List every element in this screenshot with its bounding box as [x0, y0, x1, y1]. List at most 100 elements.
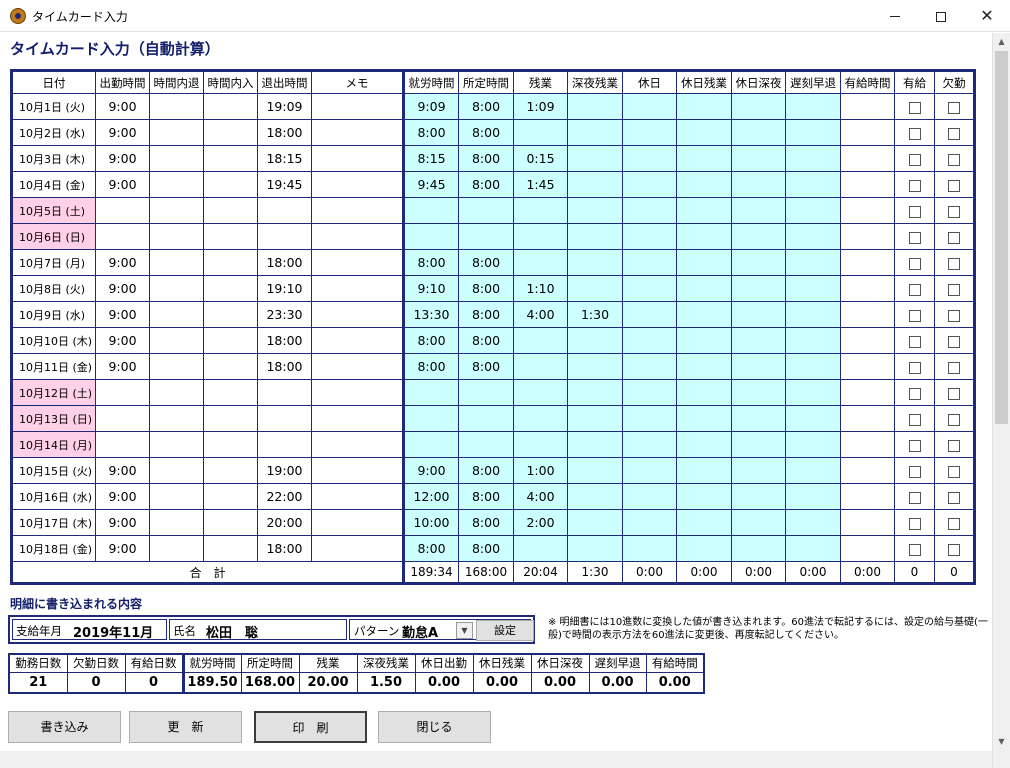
absence-checkbox[interactable] [948, 335, 960, 348]
memo-cell[interactable] [311, 223, 404, 250]
break-out-cell[interactable] [149, 145, 204, 172]
break-out-cell[interactable] [149, 509, 204, 536]
break-in-cell[interactable] [203, 223, 258, 250]
clock-in-cell[interactable]: 9:00 [95, 353, 150, 380]
break-in-cell[interactable] [203, 249, 258, 276]
clock-out-cell[interactable]: 19:00 [257, 457, 312, 484]
paid-leave-time-cell[interactable] [840, 301, 895, 328]
clock-out-cell[interactable]: 20:00 [257, 509, 312, 536]
break-out-cell[interactable] [149, 431, 204, 458]
clock-in-cell[interactable]: 9:00 [95, 327, 150, 354]
paid-leave-checkbox[interactable] [908, 153, 921, 166]
paid-leave-checkbox[interactable] [908, 465, 921, 478]
clock-out-cell[interactable] [257, 405, 312, 432]
memo-cell[interactable] [311, 301, 404, 328]
clock-out-cell[interactable]: 18:00 [257, 119, 312, 146]
memo-cell[interactable] [311, 119, 404, 146]
break-in-cell[interactable] [203, 483, 258, 510]
break-in-cell[interactable] [203, 93, 258, 120]
memo-cell[interactable] [311, 405, 404, 432]
absence-checkbox[interactable] [948, 517, 960, 530]
paid-leave-checkbox[interactable] [908, 257, 921, 270]
break-out-cell[interactable] [149, 405, 204, 432]
clock-out-cell[interactable]: 18:00 [257, 327, 312, 354]
paid-leave-checkbox[interactable] [908, 335, 921, 348]
absence-checkbox[interactable] [948, 205, 960, 218]
vertical-scrollbar[interactable]: ▲ ▼ [992, 33, 1010, 768]
break-in-cell[interactable] [203, 431, 258, 458]
paid-leave-time-cell[interactable] [840, 535, 895, 562]
paid-leave-time-cell[interactable] [840, 431, 895, 458]
clock-out-cell[interactable]: 23:30 [257, 301, 312, 328]
scroll-down-icon[interactable]: ▼ [993, 733, 1010, 750]
clock-in-cell[interactable]: 9:00 [95, 93, 150, 120]
clock-out-cell[interactable]: 19:45 [257, 171, 312, 198]
break-in-cell[interactable] [203, 327, 258, 354]
break-out-cell[interactable] [149, 379, 204, 406]
settings-button[interactable]: 設定 [476, 620, 534, 641]
clock-out-cell[interactable] [257, 379, 312, 406]
paid-leave-checkbox[interactable] [908, 205, 921, 218]
memo-cell[interactable] [311, 327, 404, 354]
memo-cell[interactable] [311, 275, 404, 302]
clock-in-cell[interactable]: 9:00 [95, 249, 150, 276]
break-in-cell[interactable] [203, 535, 258, 562]
paid-leave-time-cell[interactable] [840, 171, 895, 198]
close-button[interactable]: 閉じる [378, 711, 491, 743]
clock-out-cell[interactable] [257, 223, 312, 250]
paid-leave-time-cell[interactable] [840, 405, 895, 432]
absence-checkbox[interactable] [948, 543, 960, 556]
paid-leave-time-cell[interactable] [840, 457, 895, 484]
close-window-button[interactable]: ✕ [964, 0, 1010, 32]
absence-checkbox[interactable] [948, 231, 960, 244]
memo-cell[interactable] [311, 483, 404, 510]
clock-in-cell[interactable] [95, 431, 150, 458]
paid-leave-checkbox[interactable] [908, 309, 921, 322]
paid-leave-time-cell[interactable] [840, 379, 895, 406]
memo-cell[interactable] [311, 171, 404, 198]
absence-checkbox[interactable] [948, 127, 960, 140]
print-button[interactable]: 印 刷 [254, 711, 367, 743]
break-in-cell[interactable] [203, 171, 258, 198]
clock-in-cell[interactable]: 9:00 [95, 535, 150, 562]
write-button[interactable]: 書き込み [8, 711, 121, 743]
clock-out-cell[interactable]: 22:00 [257, 483, 312, 510]
break-out-cell[interactable] [149, 483, 204, 510]
clock-in-cell[interactable] [95, 379, 150, 406]
clock-out-cell[interactable]: 19:10 [257, 275, 312, 302]
memo-cell[interactable] [311, 93, 404, 120]
paid-leave-time-cell[interactable] [840, 249, 895, 276]
clock-out-cell[interactable]: 18:00 [257, 535, 312, 562]
clock-in-cell[interactable] [95, 405, 150, 432]
break-out-cell[interactable] [149, 119, 204, 146]
chevron-down-icon[interactable]: ▼ [456, 622, 473, 639]
clock-in-cell[interactable]: 9:00 [95, 509, 150, 536]
break-in-cell[interactable] [203, 301, 258, 328]
break-out-cell[interactable] [149, 171, 204, 198]
paid-leave-checkbox[interactable] [908, 231, 921, 244]
break-out-cell[interactable] [149, 197, 204, 224]
minimize-button[interactable] [872, 0, 918, 32]
clock-out-cell[interactable]: 19:09 [257, 93, 312, 120]
memo-cell[interactable] [311, 379, 404, 406]
paid-leave-time-cell[interactable] [840, 509, 895, 536]
break-out-cell[interactable] [149, 327, 204, 354]
break-in-cell[interactable] [203, 197, 258, 224]
break-in-cell[interactable] [203, 405, 258, 432]
paid-leave-time-cell[interactable] [840, 145, 895, 172]
paid-leave-time-cell[interactable] [840, 119, 895, 146]
absence-checkbox[interactable] [948, 413, 960, 426]
break-out-cell[interactable] [149, 275, 204, 302]
break-in-cell[interactable] [203, 145, 258, 172]
absence-checkbox[interactable] [948, 491, 960, 504]
absence-checkbox[interactable] [948, 101, 960, 114]
paid-leave-checkbox[interactable] [908, 413, 921, 426]
memo-cell[interactable] [311, 457, 404, 484]
clock-in-cell[interactable]: 9:00 [95, 119, 150, 146]
break-in-cell[interactable] [203, 509, 258, 536]
memo-cell[interactable] [311, 509, 404, 536]
pattern-select[interactable]: 勤怠A [402, 622, 438, 641]
clock-out-cell[interactable] [257, 197, 312, 224]
clock-in-cell[interactable]: 9:00 [95, 457, 150, 484]
paid-leave-time-cell[interactable] [840, 353, 895, 380]
